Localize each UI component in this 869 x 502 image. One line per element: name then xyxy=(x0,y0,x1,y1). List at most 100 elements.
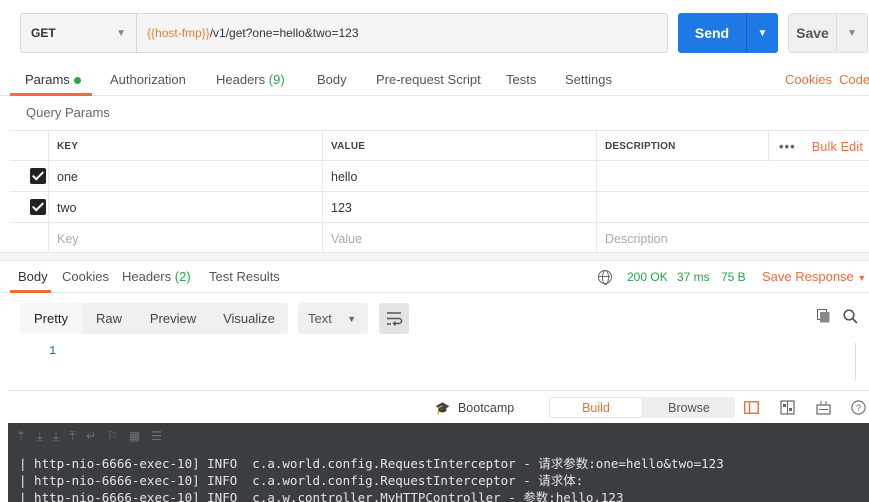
tab-headers[interactable]: Headers (9) xyxy=(216,72,285,87)
chevron-down-icon: ▼ xyxy=(116,27,126,39)
column-value: VALUE xyxy=(322,131,596,162)
wrap-lines-button[interactable] xyxy=(379,303,409,334)
column-key: KEY xyxy=(48,131,322,162)
upload-icon[interactable]: ⤒ xyxy=(70,429,75,443)
url-variable: {{host-fmp}} xyxy=(147,26,210,40)
two-pane-view-icon[interactable] xyxy=(744,400,759,415)
response-time[interactable]: 37 ms xyxy=(677,270,710,284)
row-checkbox[interactable] xyxy=(30,199,46,215)
param-key-cell[interactable]: two xyxy=(48,192,322,223)
query-params-title: Query Params xyxy=(26,105,110,120)
status-code[interactable]: 200 OK xyxy=(627,270,668,284)
tab-test-results[interactable]: Test Results xyxy=(209,269,280,284)
chevron-down-icon: ▼ xyxy=(347,313,356,324)
table-icon[interactable]: ▦ xyxy=(129,429,140,443)
table-row: one hello xyxy=(10,161,869,192)
browse-mode-button[interactable]: Browse xyxy=(643,397,735,418)
param-description-cell[interactable] xyxy=(596,192,768,223)
response-size[interactable]: 75 B xyxy=(721,270,746,284)
url-bar: GET ▼ {{host-fmp}}/v1/get?one=hello&two=… xyxy=(20,13,668,53)
help-icon[interactable]: ? xyxy=(851,400,866,415)
tab-params[interactable]: Params xyxy=(25,72,81,87)
status-bar: 🎓 Bootcamp Build Browse ? xyxy=(8,390,869,423)
new-value-input[interactable]: Value xyxy=(322,223,596,254)
url-input[interactable]: {{host-fmp}}/v1/get?one=hello&two=123 xyxy=(136,13,668,53)
filter-icon[interactable]: ⚐ xyxy=(107,429,118,443)
new-key-input[interactable]: Key xyxy=(48,223,322,254)
editor-scrollbar[interactable] xyxy=(855,343,869,381)
svg-text:?: ? xyxy=(856,403,861,413)
line-number: 1 xyxy=(49,344,57,358)
wrap-lines-icon xyxy=(387,312,403,326)
scroll-up-icon[interactable]: ⇡ xyxy=(16,429,26,443)
table-row-new: Key Value Description xyxy=(10,223,869,254)
mode-toggle: Build Browse xyxy=(549,397,735,418)
tab-tests[interactable]: Tests xyxy=(506,72,536,87)
content-type-select[interactable]: Text ▼ xyxy=(298,303,368,334)
code-link[interactable]: Code xyxy=(839,72,869,87)
param-value-cell[interactable]: 123 xyxy=(322,192,596,223)
download-icon[interactable]: ⤓ xyxy=(37,429,42,443)
tab-response-cookies[interactable]: Cookies xyxy=(62,269,109,284)
ide-console: ⇡ ⤓ ⤓ ⤒ ↵ ⚐ ▦ ☰ | http-nio-6666-exec-10]… xyxy=(8,423,869,502)
bulk-edit-link[interactable]: Bulk Edit xyxy=(812,140,863,154)
tab-response-headers[interactable]: Headers (2) xyxy=(122,269,191,284)
active-tab-underline xyxy=(10,93,92,96)
table-row: two 123 xyxy=(10,192,869,223)
format-preview[interactable]: Preview xyxy=(136,303,210,334)
column-description: DESCRIPTION xyxy=(596,131,768,162)
tab-body[interactable]: Body xyxy=(317,72,347,87)
format-raw[interactable]: Raw xyxy=(82,303,136,334)
format-pretty[interactable]: Pretty xyxy=(20,303,82,334)
tab-response-body[interactable]: Body xyxy=(18,269,48,284)
search-icon[interactable] xyxy=(843,309,858,324)
method-label: GET xyxy=(31,26,56,40)
column-actions: ••• Bulk Edit xyxy=(768,131,869,162)
bootcamp-button[interactable]: 🎓 Bootcamp xyxy=(435,401,514,415)
tab-params-label: Params xyxy=(25,72,70,87)
method-select[interactable]: GET ▼ xyxy=(20,13,136,53)
headers-count: (9) xyxy=(268,72,285,87)
pane-divider[interactable] xyxy=(0,252,869,261)
tab-headers-label: Headers xyxy=(216,72,266,87)
tab-settings[interactable]: Settings xyxy=(565,72,612,87)
table-header: KEY VALUE DESCRIPTION ••• Bulk Edit xyxy=(10,130,869,162)
graduation-cap-icon: 🎓 xyxy=(435,401,450,415)
send-options-chevron-icon[interactable]: ▼ xyxy=(747,13,778,53)
save-options-chevron-icon[interactable]: ▼ xyxy=(837,14,867,52)
runner-icon[interactable] xyxy=(816,400,831,415)
console-line: | http-nio-6666-exec-10] INFO c.a.w.cont… xyxy=(19,490,624,502)
globe-icon[interactable] xyxy=(598,270,612,285)
send-label: Send xyxy=(678,13,747,53)
tab-prerequest-script[interactable]: Pre-request Script xyxy=(376,72,481,87)
console-toolbar: ⇡ ⤓ ⤓ ⤒ ↵ ⚐ ▦ ☰ xyxy=(8,429,162,443)
cookies-link[interactable]: Cookies xyxy=(785,72,832,87)
new-description-input[interactable]: Description xyxy=(596,223,768,254)
format-selector: Pretty Raw Preview Visualize xyxy=(20,303,288,334)
copy-icon[interactable] xyxy=(817,309,830,323)
params-active-dot xyxy=(73,77,81,85)
list-icon[interactable]: ☰ xyxy=(151,429,162,443)
more-options-icon[interactable]: ••• xyxy=(779,139,796,154)
param-description-cell[interactable] xyxy=(596,161,768,192)
chevron-down-icon: ▼ xyxy=(857,273,867,283)
build-mode-button[interactable]: Build xyxy=(549,397,643,418)
row-checkbox[interactable] xyxy=(30,168,46,184)
download-all-icon[interactable]: ⤓ xyxy=(53,429,58,443)
send-button[interactable]: Send ▼ xyxy=(678,13,778,53)
tab-authorization[interactable]: Authorization xyxy=(110,72,186,87)
content-type-label: Text xyxy=(308,311,332,326)
param-value-cell[interactable]: hello xyxy=(322,161,596,192)
save-response-button[interactable]: Save Response ▼ xyxy=(762,269,866,284)
tab-response-headers-label: Headers xyxy=(122,269,172,284)
save-response-label: Save Response xyxy=(762,269,854,284)
request-tabs: Params Authorization Headers (9) Body Pr… xyxy=(0,64,869,96)
save-label: Save xyxy=(789,14,837,52)
layout-grid-icon[interactable] xyxy=(780,400,795,415)
response-headers-count: (2) xyxy=(174,269,191,284)
param-key-cell[interactable]: one xyxy=(48,161,322,192)
soft-wrap-icon[interactable]: ↵ xyxy=(86,429,96,443)
format-visualize[interactable]: Visualize xyxy=(210,303,288,334)
save-button[interactable]: Save ▼ xyxy=(788,13,868,53)
bootcamp-label: Bootcamp xyxy=(457,401,515,415)
